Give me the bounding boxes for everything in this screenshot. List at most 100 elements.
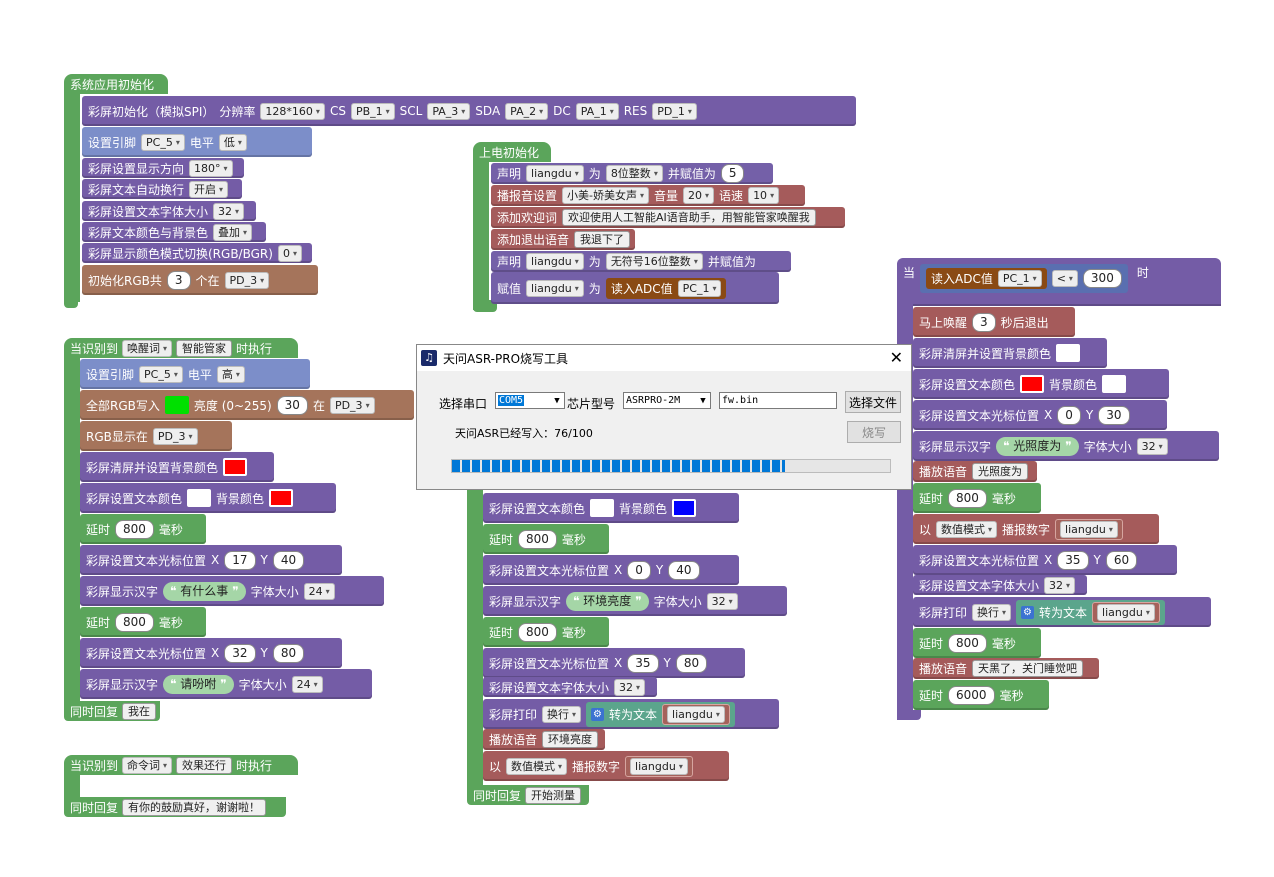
lcd-textcolor-block[interactable]: 彩屏文本颜色与背景色 叠加 [82,222,266,242]
lcd-dir-block[interactable]: 彩屏设置显示方向 180° [82,158,244,178]
power-on-hat[interactable]: 上电初始化 [473,142,551,162]
mid-reply-field[interactable]: 开始测量 [525,786,582,804]
mid-print-mode-dropdown[interactable]: 换行 [542,705,582,723]
right-x2-field[interactable]: 35 [1057,550,1089,570]
burn-button[interactable]: 烧写 [847,421,901,443]
cs-dropdown[interactable]: PB_1 [350,102,395,120]
mid-num-mode-dropdown[interactable]: 数值模式 [506,757,568,775]
right-when-block[interactable]: 当 读入ADC值 PC_1 < 300 时 [897,258,1221,306]
x2-field[interactable]: 32 [224,643,256,663]
right-text1[interactable]: 彩屏显示汉字 光照度为 字体大小 32 [913,431,1219,461]
right-delay1[interactable]: 延时 800 毫秒 [913,483,1041,513]
right-num-mode-dropdown[interactable]: 数值模式 [936,520,998,538]
lcd-colormode-block[interactable]: 彩屏显示颜色模式切换(RGB/BGR) 0 [82,243,312,263]
rgb-pin-dropdown[interactable]: PD_3 [224,271,270,289]
voice-dropdown[interactable]: 小美-娇美女声 [562,187,650,204]
rst-dropdown[interactable]: PD_1 [652,102,697,120]
right-y1-field[interactable]: 30 [1098,405,1130,425]
gear-icon[interactable]: ⚙ [591,707,605,721]
right-say1[interactable]: 播放语音 光照度为 [913,461,1037,482]
clear-color-swatch[interactable] [223,458,248,476]
right-delay3[interactable]: 延时 6000 毫秒 [913,680,1049,710]
mid-font[interactable]: 彩屏设置文本字体大小 32 [483,677,657,697]
right-delay3-value[interactable]: 6000 [948,685,995,705]
mid-conv-block[interactable]: ⚙ 转为文本 liangdu [586,701,735,727]
wake-pin-dropdown[interactable]: PC_5 [139,365,183,383]
y2-field[interactable]: 80 [272,643,305,663]
assign-block[interactable]: 赋值 liangdu 为 读入ADC值 PC_1 [491,272,779,304]
wake-reply-field[interactable]: 我在 [122,702,157,720]
size2-dropdown[interactable]: 24 [291,675,323,693]
cmd-kind-dropdown[interactable]: 命令词 [122,756,173,774]
lcd-init-block[interactable]: 彩屏初始化（模拟SPI） 分辨率 128*160 CS PB_1 SCL PA_… [82,96,856,126]
sda-dropdown[interactable]: PA_2 [505,102,549,120]
wake-delay1[interactable]: 延时 800 毫秒 [80,514,206,544]
mid-delay1-value[interactable]: 800 [518,529,557,549]
assign-var-dropdown[interactable]: liangdu [526,279,584,297]
rgb-show-block[interactable]: RGB显示在 PD_3 [80,421,232,451]
mid-text1-string[interactable]: 环境亮度 [566,591,649,611]
cmd-word-field[interactable]: 效果还行 [176,756,233,774]
file-input[interactable]: fw.bin [719,392,837,409]
rgb-init-block[interactable]: 初始化RGB共 3 个在 PD_3 [82,265,318,295]
y-field[interactable]: 40 [272,550,305,570]
wake-text1[interactable]: 彩屏显示汉字 有什么事 字体大小 24 [80,576,384,606]
mid-num[interactable]: 以 数值模式 播报数字 liangdu [483,751,729,781]
mid-x2-field[interactable]: 35 [627,653,659,673]
wake-word-field[interactable]: 智能管家 [176,339,233,357]
wake-textcolor-block[interactable]: 彩屏设置文本颜色 背景颜色 [80,483,336,513]
right-say1-text[interactable]: 光照度为 [972,463,1029,480]
exit-text-field[interactable]: 我退下了 [574,231,631,248]
mid-print-var-dropdown[interactable]: liangdu [667,705,725,723]
dc-dropdown[interactable]: PA_1 [575,102,619,120]
type-dropdown[interactable]: 8位整数 [605,165,663,182]
wake-cursor1[interactable]: 彩屏设置文本光标位置 X 17 Y 40 [80,545,342,575]
right-say2[interactable]: 播放语音 天黑了，关门睡觉吧 [913,658,1099,679]
mid-text-swatch[interactable] [590,499,615,517]
bg-color-swatch[interactable] [269,489,294,507]
text-color-swatch[interactable] [187,489,212,507]
rgb-count-field[interactable]: 3 [166,270,191,290]
welcome-text-field[interactable]: 欢迎使用人工智能AI语音助手，用智能管家唤醒我 [562,209,816,226]
mid-cursor2[interactable]: 彩屏设置文本光标位置 X 35 Y 80 [483,648,745,678]
colormode-dropdown[interactable]: 0 [277,244,302,262]
delay2-value[interactable]: 800 [115,612,154,632]
mid-x1-field[interactable]: 0 [627,560,651,580]
right-font[interactable]: 彩屏设置文本字体大小 32 [913,575,1087,595]
sys-init-hat[interactable]: 系统应用初始化 [64,74,168,94]
x-field[interactable]: 17 [224,550,256,570]
mid-delay1[interactable]: 延时 800 毫秒 [483,524,609,554]
speed-dropdown[interactable]: 10 [748,187,780,204]
cmd-reply-field[interactable]: 有你的鼓励真好，谢谢啦！ [122,798,267,816]
mid-cursor1[interactable]: 彩屏设置文本光标位置 X 0 Y 40 [483,555,739,585]
mid-y1-field[interactable]: 40 [668,560,700,580]
right-conv-block[interactable]: ⚙ 转为文本 liangdu [1016,599,1165,625]
wake-level-dropdown[interactable]: 高 [216,365,245,383]
right-x1-field[interactable]: 0 [1057,405,1081,425]
right-num-var-dropdown[interactable]: liangdu [1060,520,1118,538]
right-clear-swatch[interactable] [1056,344,1081,362]
right-textcolor[interactable]: 彩屏设置文本颜色 背景颜色 [913,369,1169,399]
mid-textcolor[interactable]: 彩屏设置文本颜色 背景颜色 [483,493,739,523]
res-dropdown[interactable]: 128*160 [260,102,325,120]
delay-value[interactable]: 800 [115,519,154,539]
gear-icon[interactable]: ⚙ [1021,605,1035,619]
right-print-var-dropdown[interactable]: liangdu [1097,603,1155,621]
right-cursor2[interactable]: 彩屏设置文本光标位置 X 35 Y 60 [913,545,1177,575]
right-size1-dropdown[interactable]: 32 [1136,437,1168,455]
compare-op-dropdown[interactable]: < [1051,270,1078,287]
rgb-all-pin-dropdown[interactable]: PD_3 [329,396,375,414]
rgb-color-swatch[interactable] [164,396,189,414]
lcd-font-block[interactable]: 彩屏设置文本字体大小 32 [82,201,256,221]
mid-bg-swatch[interactable] [672,499,697,517]
right-font-dropdown[interactable]: 32 [1044,576,1076,594]
set-pin-block[interactable]: 设置引脚 PC_5 电平 低 [82,127,312,157]
right-wake[interactable]: 马上唤醒 3 秒后退出 [913,307,1075,337]
wake-delay2[interactable]: 延时 800 毫秒 [80,607,206,637]
var2-dropdown[interactable]: liangdu [526,253,584,270]
right-say2-text[interactable]: 天黑了，关门睡觉吧 [972,660,1084,677]
textcolor-dropdown[interactable]: 叠加 [213,223,253,241]
dir-dropdown[interactable]: 180° [189,159,233,177]
compare-value-field[interactable]: 300 [1082,269,1122,288]
port-select[interactable]: COM5 ▼ [495,392,565,409]
